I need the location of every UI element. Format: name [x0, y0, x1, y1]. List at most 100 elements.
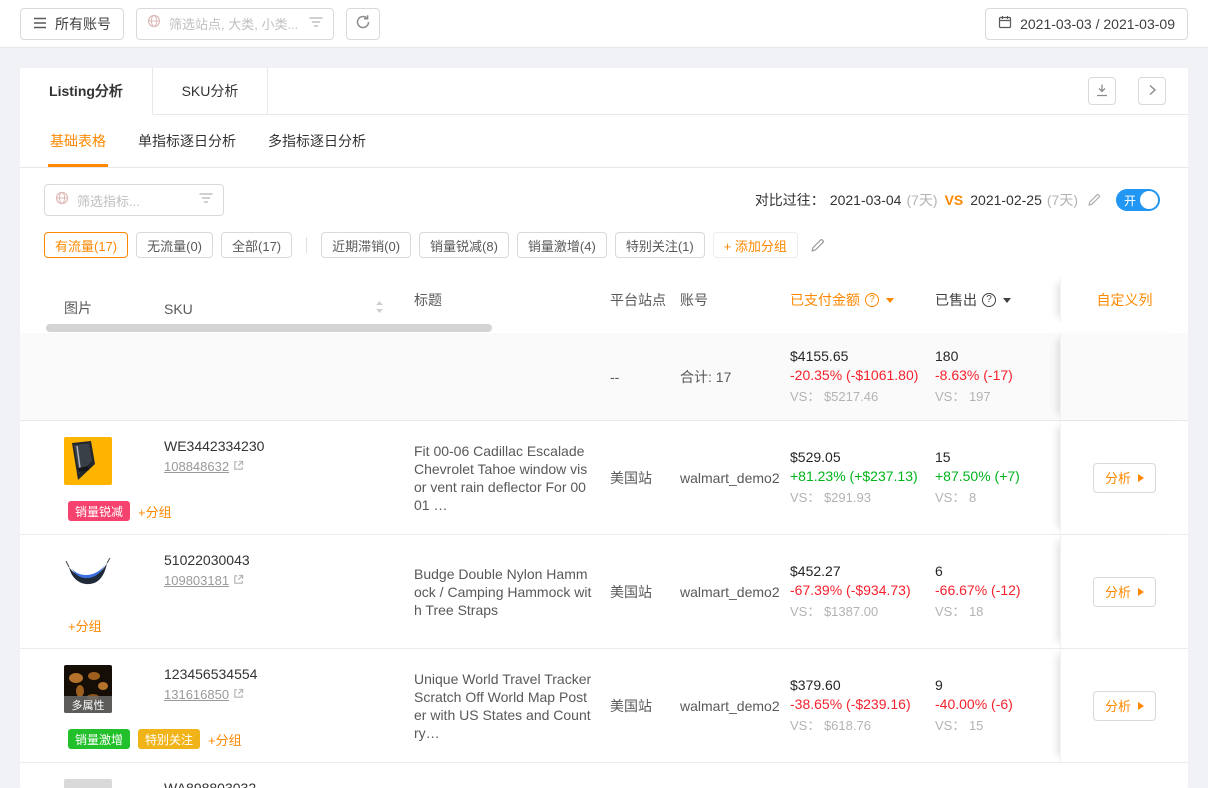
product-image[interactable]: 多属性 [64, 665, 112, 713]
platform-cell: 美国站 [610, 421, 680, 534]
analyze-button[interactable]: 分析 [1093, 577, 1156, 607]
image-overlay-label: 多属性 [64, 696, 112, 713]
sold-header-label: 已售出 [935, 290, 977, 310]
column-header-paid[interactable]: 已支付金额 ? [790, 277, 935, 323]
column-header-sku[interactable]: SKU [164, 277, 414, 323]
table-row: 51022030043109803181Budge Double Nylon H… [20, 535, 1188, 649]
table-header-row: 图片 SKU 标题 平台站点 账号 已支付金额 ? 已售出 ? [20, 277, 1188, 323]
analyze-button[interactable]: 分析 [1093, 463, 1156, 493]
metric-change: -66.67% (-12) [935, 582, 1060, 598]
add-group-link[interactable]: +分组 [208, 730, 242, 749]
compare-toggle[interactable]: 开 [1116, 189, 1160, 211]
scrollbar-thumb[interactable] [46, 324, 492, 332]
metric-vs: VS： 15 [935, 715, 1060, 734]
compare-current-date: 2021-03-04 [830, 192, 902, 208]
badge-yellow: 特别关注 [138, 729, 200, 749]
calendar-icon [998, 15, 1012, 32]
column-header-title: 标题 [414, 277, 610, 323]
item-link[interactable]: 109803181 [164, 573, 414, 588]
compare-past-span: (7天) [1047, 190, 1078, 210]
add-group-link[interactable]: +分组 [138, 502, 172, 521]
summary-account-cell: 合计: 17 [680, 333, 790, 420]
item-link-text: 131616850 [164, 687, 229, 702]
subtab-0[interactable]: 基础表格 [48, 115, 108, 167]
summary-image-cell [64, 333, 164, 420]
summary-custom-cell [1060, 333, 1188, 420]
traffic-chip-0[interactable]: 有流量(17) [44, 232, 128, 258]
caret-down-icon [1003, 298, 1011, 303]
metric-change: +87.50% (+7) [935, 468, 1060, 484]
summary-sold-cell: 180-8.63% (-17)VS： 197 [935, 333, 1060, 420]
subtab-1[interactable]: 单指标逐日分析 [136, 115, 238, 167]
custom-cell: 分析 [1060, 535, 1188, 648]
traffic-chip-1[interactable]: 无流量(0) [136, 232, 213, 258]
subtab-2[interactable]: 多指标逐日分析 [266, 115, 368, 167]
add-group-button[interactable]: + 添加分组 [713, 232, 798, 258]
listing-table: 图片 SKU 标题 平台站点 账号 已支付金额 ? 已售出 ? [20, 277, 1188, 788]
metric-vs: VS： $5217.46 [790, 386, 935, 405]
item-link[interactable]: 108848632 [164, 459, 414, 474]
analyze-button[interactable]: 分析 [1093, 691, 1156, 721]
product-cell [64, 763, 164, 788]
download-button[interactable] [1088, 77, 1116, 105]
group-chip-3[interactable]: 特别关注(1) [615, 232, 705, 258]
site-filter-input[interactable]: 筛选站点, 大类, 小类... [136, 8, 334, 40]
horizontal-scrollbar [20, 323, 1188, 333]
subtabs: 基础表格单指标逐日分析多指标逐日分析 [20, 115, 1188, 168]
paid-cell: $379.60-38.65% (-$239.16)VS： $618.76 [790, 649, 935, 762]
item-link[interactable]: 131616850 [164, 687, 414, 702]
product-image[interactable] [64, 779, 112, 788]
metric-change: -20.35% (-$1061.80) [790, 367, 935, 383]
sort-icon[interactable] [375, 300, 384, 317]
question-circle-icon[interactable]: ? [982, 293, 996, 307]
question-circle-icon[interactable]: ? [865, 293, 879, 307]
caret-down-icon [886, 298, 894, 303]
analyze-label: 分析 [1105, 468, 1131, 487]
toggle-on-label: 开 [1124, 192, 1136, 209]
globe-icon [147, 14, 161, 33]
metric-vs: VS： $618.76 [790, 715, 935, 734]
tab-listing-analysis[interactable]: Listing分析 [20, 68, 153, 115]
column-header-custom[interactable]: 自定义列 [1060, 277, 1188, 323]
filter-funnel-icon [199, 191, 213, 209]
group-chip-1[interactable]: 销量锐减(8) [419, 232, 509, 258]
product-image[interactable] [64, 437, 112, 485]
metric-value: $529.05 [790, 449, 935, 465]
date-range-button[interactable]: 2021-03-03 / 2021-03-09 [985, 8, 1188, 40]
column-header-sold[interactable]: 已售出 ? [935, 277, 1060, 323]
all-accounts-button[interactable]: 所有账号 [20, 8, 124, 40]
paid-cell: $452.27-67.39% (-$934.73)VS： $1387.00 [790, 535, 935, 648]
tab-sku-analysis[interactable]: SKU分析 [153, 68, 268, 115]
product-image[interactable] [64, 551, 112, 599]
title-cell: Fit 00-06 Cadillac Escalade Chevrolet Ta… [414, 421, 610, 534]
metric-filter-input[interactable]: 筛选指标... [44, 184, 224, 216]
metric-change: -40.00% (-6) [935, 696, 1060, 712]
collapse-panel-button[interactable] [1138, 77, 1166, 105]
edit-groups-icon[interactable] [810, 238, 825, 253]
metric-value: $452.27 [790, 563, 935, 579]
metric-change: -38.65% (-$239.16) [790, 696, 935, 712]
metric-value: 15 [935, 449, 1060, 465]
column-header-account: 账号 [680, 277, 790, 323]
compare-block: 对比过往： 2021-03-04 (7天) VS 2021-02-25 (7天)… [755, 189, 1160, 211]
custom-cell: 分析 [1060, 649, 1188, 762]
badge-strip: 销量激增特别关注+分组 [68, 729, 242, 749]
sku-value: WA898803032 [164, 780, 414, 788]
metric-value: 180 [935, 348, 1060, 364]
summary-paid-cell: $4155.65-20.35% (-$1061.80)VS： $5217.46 [790, 333, 935, 420]
refresh-button[interactable] [346, 8, 380, 40]
metric-change: -8.63% (-17) [935, 367, 1060, 383]
metric-change: +81.23% (+$237.13) [790, 468, 935, 484]
metric-vs: VS： 8 [935, 487, 1060, 506]
all-accounts-label: 所有账号 [55, 14, 111, 34]
summary-title-cell [414, 333, 610, 420]
item-link-text: 109803181 [164, 573, 229, 588]
metric-change: -67.39% (-$934.73) [790, 582, 935, 598]
add-group-link[interactable]: +分组 [68, 616, 102, 635]
traffic-chip-2[interactable]: 全部(17) [221, 232, 292, 258]
edit-compare-icon[interactable] [1087, 193, 1101, 207]
product-title: Budge Double Nylon Hammock / Camping Ham… [414, 565, 594, 619]
group-chip-0[interactable]: 近期滞销(0) [321, 232, 411, 258]
sku-cell: WE3442334230108848632 [164, 421, 414, 534]
group-chip-2[interactable]: 销量激增(4) [517, 232, 607, 258]
